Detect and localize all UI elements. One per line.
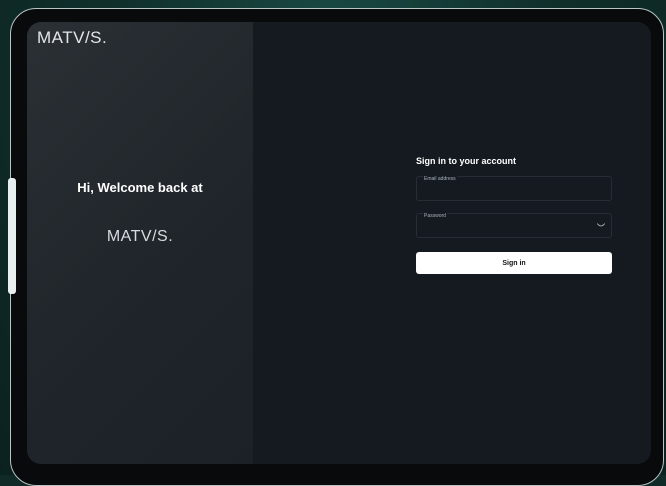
brand-logo-center: MATV/S.: [106, 228, 174, 245]
email-label: Email address: [423, 176, 457, 182]
device-side-button: [8, 178, 16, 294]
eye-toggle-icon[interactable]: [597, 223, 605, 228]
password-input[interactable]: [423, 222, 597, 238]
form-title: Sign in to your account: [416, 156, 517, 166]
password-label: Password: [423, 213, 447, 219]
sign-in-button[interactable]: Sign in: [416, 252, 612, 274]
password-field[interactable]: Password: [416, 213, 612, 238]
welcome-heading: Hi, Welcome back at: [77, 180, 203, 195]
login-form: Sign in to your account Email address Pa…: [416, 156, 612, 274]
brand-logo: MATV/S.: [37, 28, 108, 47]
welcome-panel: MATV/S. Hi, Welcome back at MATV/S.: [27, 22, 253, 464]
email-field[interactable]: Email address: [416, 176, 612, 201]
email-input[interactable]: [423, 185, 597, 201]
